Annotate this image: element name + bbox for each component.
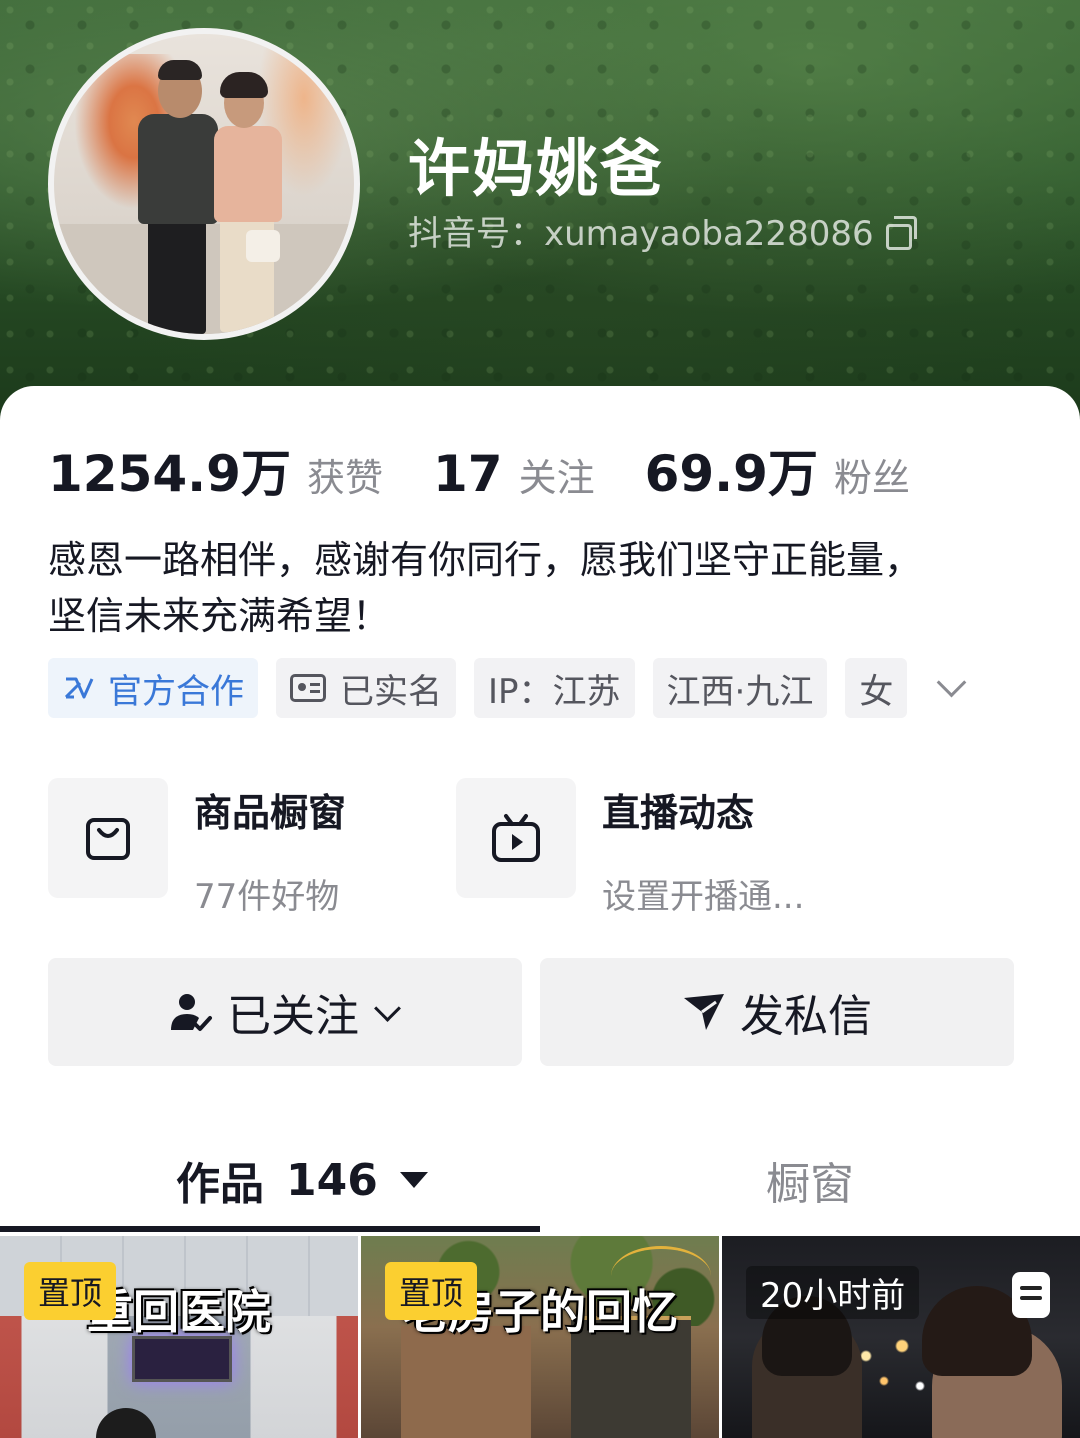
stats-row: 1254.9万 获赞 17 关注 69.9万 粉丝 — [48, 434, 960, 506]
caret-down-icon[interactable] — [399, 1172, 428, 1188]
video-grid: 置顶 重回医院 置顶 老房子的回忆 20小时前 — [0, 1236, 1080, 1438]
bio: 感恩一路相伴，感谢有你同行，愿我们坚守正能量， 坚信未来充满希望！ — [48, 532, 1038, 644]
tag-location: 江西·九江 — [652, 658, 828, 718]
id-card-icon — [290, 674, 326, 702]
pinned-badge: 置顶 — [385, 1262, 478, 1320]
pinned-badge: 置顶 — [24, 1262, 117, 1320]
shop-title: 商品橱窗 — [194, 791, 347, 835]
tab-shop-label: 橱窗 — [766, 1159, 854, 1210]
stat-following-value: 17 — [432, 445, 503, 503]
bio-line-1: 感恩一路相伴，感谢有你同行，愿我们坚守正能量， — [48, 538, 923, 582]
stat-followers-label: 粉丝 — [833, 456, 910, 500]
followed-button[interactable]: 已关注 — [48, 958, 522, 1066]
tag-ip: IP：江苏 — [474, 658, 635, 718]
chevron-down-icon — [371, 997, 401, 1027]
tag-location-label: 江西·九江 — [666, 671, 814, 712]
stat-followers-value: 69.9万 — [644, 445, 818, 503]
tag-gender-label: 女 — [859, 671, 894, 712]
video-thumbnail[interactable]: 置顶 重回医院 — [0, 1236, 358, 1438]
shop-icon-box — [48, 778, 168, 898]
live-updates-entry[interactable]: 直播动态 设置开播通... — [456, 778, 804, 918]
shop-subtitle: 77件好物 — [194, 877, 340, 917]
avatar-woman-body — [214, 126, 282, 222]
tab-shop-window[interactable]: 橱窗 — [766, 1148, 854, 1212]
tag-official-label: 官方合作 — [108, 671, 244, 712]
avatar[interactable] — [48, 28, 360, 340]
note-icon — [1012, 1272, 1050, 1318]
tv-play-icon — [492, 814, 540, 862]
tab-works[interactable]: 作品 146 — [176, 1148, 428, 1212]
send-message-button[interactable]: 发私信 — [540, 958, 1014, 1066]
tab-works-count: 146 — [286, 1154, 378, 1206]
video-thumbnail[interactable]: 20小时前 — [722, 1236, 1080, 1438]
stat-likes-label: 获赞 — [306, 456, 383, 500]
douyin-id-text: 抖音号：xumayaoba228086 — [408, 214, 874, 254]
tag-verified-label: 已实名 — [340, 671, 442, 712]
douyin-id[interactable]: 抖音号：xumayaoba228086 — [408, 206, 917, 255]
stat-likes-value: 1254.9万 — [48, 445, 291, 503]
tags-row: 官方合作 已实名 IP：江苏 江西·九江 女 — [48, 658, 971, 718]
stat-likes[interactable]: 1254.9万 获赞 — [48, 434, 383, 506]
stat-following[interactable]: 17 关注 — [433, 445, 595, 503]
thumb-lamp — [132, 1336, 232, 1382]
content-tabs: 作品 146 橱窗 — [0, 1120, 1080, 1236]
shop-window-entry[interactable]: 商品橱窗 77件好物 — [48, 778, 346, 918]
nickname: 许妈姚爸 — [408, 132, 665, 205]
avatar-man-hair — [158, 60, 202, 80]
send-icon — [684, 994, 724, 1030]
chevron-down-icon[interactable] — [931, 668, 971, 708]
thumb-wall — [401, 1326, 531, 1438]
avatar-woman-hair — [220, 72, 268, 98]
send-message-label: 发私信 — [740, 991, 872, 1042]
handshake-icon — [62, 671, 96, 705]
avatar-bag — [246, 230, 280, 262]
tab-works-label: 作品 — [176, 1159, 264, 1210]
tag-official-cooperation[interactable]: 官方合作 — [48, 658, 258, 718]
shopping-bag-icon — [86, 818, 130, 860]
tag-ip-label: IP：江苏 — [488, 671, 621, 712]
live-subtitle: 设置开播通... — [602, 877, 805, 917]
tag-verified[interactable]: 已实名 — [276, 658, 456, 718]
stat-followers[interactable]: 69.9万 粉丝 — [645, 434, 910, 506]
time-badge: 20小时前 — [746, 1266, 920, 1319]
live-title: 直播动态 — [602, 791, 755, 835]
copy-icon[interactable] — [885, 215, 917, 250]
avatar-man-body — [138, 114, 218, 224]
tag-gender: 女 — [845, 658, 908, 718]
user-check-icon — [171, 994, 212, 1031]
active-tab-indicator — [0, 1226, 540, 1232]
stat-following-label: 关注 — [518, 456, 595, 500]
avatar-man-legs — [148, 214, 206, 334]
video-thumbnail[interactable]: 置顶 老房子的回忆 — [361, 1236, 719, 1438]
followed-label: 已关注 — [227, 991, 359, 1042]
live-icon-box — [456, 778, 576, 898]
bio-line-2: 坚信未来充满希望！ — [48, 594, 391, 638]
